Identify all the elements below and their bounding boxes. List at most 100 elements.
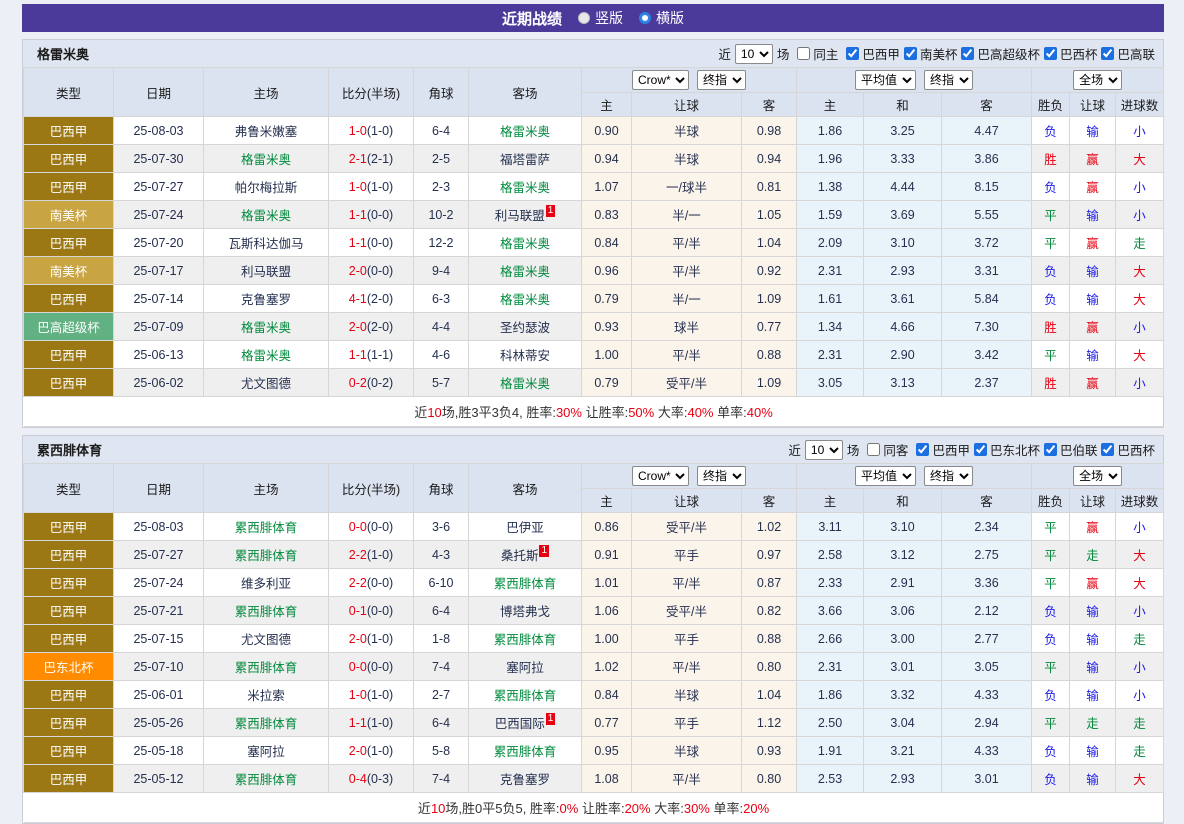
league-checkbox[interactable] [904, 47, 917, 60]
team-name[interactable]: 累西腓体育 [235, 605, 298, 619]
team-name[interactable]: 福塔雷萨 [500, 153, 550, 167]
team-name-title: 格雷米奥 [37, 44, 89, 63]
league-filter[interactable]: 巴高超级杯 [957, 44, 1040, 63]
final-odds-select-asian[interactable]: 终指 [697, 466, 746, 486]
team-name[interactable]: 格雷米奥 [241, 321, 291, 335]
team-name[interactable]: 桑托斯 [501, 549, 539, 563]
handicap-home-odds-cell: 1.06 [582, 597, 632, 625]
team-name[interactable]: 圣约瑟波 [500, 321, 550, 335]
team-name[interactable]: 格雷米奥 [500, 181, 550, 195]
team-name[interactable]: 格雷米奥 [241, 153, 291, 167]
team-name[interactable]: 利马联盟 [241, 265, 291, 279]
team-name[interactable]: 格雷米奥 [241, 349, 291, 363]
team-name[interactable]: 米拉索 [247, 689, 285, 703]
avg-lose-odds-cell: 4.47 [942, 117, 1032, 145]
team-name[interactable]: 塞阿拉 [506, 661, 544, 675]
team-name[interactable]: 累西腓体育 [494, 633, 557, 647]
average-select[interactable]: 平均值 [855, 70, 916, 90]
scope-select[interactable]: 全场 [1073, 70, 1122, 90]
team-name[interactable]: 帕尔梅拉斯 [235, 181, 298, 195]
handicap-home-odds-cell: 1.08 [582, 765, 632, 793]
result-cell: 负 [1032, 173, 1070, 201]
team-name[interactable]: 尤文图德 [241, 377, 291, 391]
team-name[interactable]: 弗鲁米嫩塞 [235, 125, 298, 139]
bookmaker-select[interactable]: Crow* [632, 466, 689, 486]
league-filter[interactable]: 巴西杯 [1040, 44, 1098, 63]
team-name[interactable]: 科林蒂安 [500, 349, 550, 363]
team-name[interactable]: 塞阿拉 [247, 745, 285, 759]
team-name[interactable]: 累西腓体育 [494, 577, 557, 591]
same-venue-filter[interactable]: 同客 [863, 440, 908, 459]
team-name[interactable]: 累西腓体育 [235, 549, 298, 563]
match-row: 巴西甲25-07-30格雷米奥2-1(2-1)2-5福塔雷萨0.94半球0.94… [24, 145, 1164, 173]
league-filter[interactable]: 巴东北杯 [970, 440, 1040, 459]
team-name[interactable]: 巴西国际 [495, 717, 545, 731]
league-checkbox[interactable] [846, 47, 859, 60]
team-name[interactable]: 博塔弗戈 [500, 605, 550, 619]
team-name[interactable]: 格雷米奥 [241, 209, 291, 223]
final-odds-select-euro[interactable]: 终指 [924, 466, 973, 486]
goals-result-cell: 走 [1116, 737, 1164, 765]
result-cell: 胜 [1032, 145, 1070, 173]
team-name[interactable]: 累西腓体育 [235, 773, 298, 787]
sub-result: 胜负 [1032, 93, 1070, 117]
league-checkbox[interactable] [1101, 47, 1114, 60]
team-name[interactable]: 累西腓体育 [494, 689, 557, 703]
vertical-radio[interactable]: 竖版 [578, 8, 623, 28]
team-name[interactable]: 累西腓体育 [235, 661, 298, 675]
final-odds-select-euro[interactable]: 终指 [924, 70, 973, 90]
league-checkbox[interactable] [1101, 443, 1114, 456]
league-filter[interactable]: 巴西杯 [1097, 440, 1155, 459]
horizontal-radio[interactable]: 横版 [639, 8, 684, 28]
average-select[interactable]: 平均值 [855, 466, 916, 486]
goals-result-cell: 小 [1116, 513, 1164, 541]
date-cell: 25-07-27 [114, 173, 204, 201]
avg-draw-odds-cell: 3.01 [864, 653, 942, 681]
same-venue-checkbox[interactable] [797, 47, 810, 60]
league-filter[interactable]: 巴高联 [1097, 44, 1155, 63]
league-checkbox[interactable] [1044, 443, 1057, 456]
league-checkbox[interactable] [974, 443, 987, 456]
result-cell: 平 [1032, 653, 1070, 681]
league-checkbox[interactable] [1044, 47, 1057, 60]
league-checkbox[interactable] [961, 47, 974, 60]
league-filter[interactable]: 巴西甲 [842, 44, 900, 63]
same-venue-checkbox[interactable] [867, 443, 880, 456]
team-name[interactable]: 格雷米奥 [500, 293, 550, 307]
goals-result-cell: 大 [1116, 341, 1164, 369]
radio-unselected-icon [639, 12, 651, 24]
bookmaker-select[interactable]: Crow* [632, 70, 689, 90]
final-odds-select-asian[interactable]: 终指 [697, 70, 746, 90]
league-type-cell: 巴西甲 [24, 569, 114, 597]
same-venue-filter[interactable]: 同主 [793, 44, 838, 63]
team-name[interactable]: 瓦斯科达伽马 [228, 237, 303, 251]
handicap-result-cell: 输 [1070, 765, 1116, 793]
team-name[interactable]: 累西腓体育 [235, 521, 298, 535]
league-filter[interactable]: 南美杯 [900, 44, 958, 63]
league-filter[interactable]: 巴伯联 [1040, 440, 1098, 459]
team-name[interactable]: 巴伊亚 [506, 521, 544, 535]
avg-lose-odds-cell: 2.75 [942, 541, 1032, 569]
team-name[interactable]: 累西腓体育 [235, 717, 298, 731]
handicap-result-cell: 赢 [1070, 513, 1116, 541]
col-corner: 角球 [414, 464, 469, 513]
team-name[interactable]: 格雷米奥 [500, 237, 550, 251]
team-name[interactable]: 利马联盟 [495, 209, 545, 223]
team-name[interactable]: 克鲁塞罗 [500, 773, 550, 787]
near-count-select[interactable]: 10 [735, 44, 773, 64]
team-name[interactable]: 累西腓体育 [494, 745, 557, 759]
team-name[interactable]: 尤文图德 [241, 633, 291, 647]
team-cell: 弗鲁米嫩塞 [204, 117, 329, 145]
team-name[interactable]: 克鲁塞罗 [241, 293, 291, 307]
team-name[interactable]: 格雷米奥 [500, 377, 550, 391]
team-name[interactable]: 维多利亚 [241, 577, 291, 591]
scope-select[interactable]: 全场 [1073, 466, 1122, 486]
league-filter[interactable]: 巴西甲 [912, 440, 970, 459]
team-section-sport-recife: 累西腓体育 近 10 场 同客 巴西甲巴东北杯巴伯联巴西杯 类型 日期 主场 比… [22, 435, 1164, 824]
team-name[interactable]: 格雷米奥 [500, 125, 550, 139]
team-name[interactable]: 格雷米奥 [500, 265, 550, 279]
avg-win-odds-cell: 2.31 [797, 341, 864, 369]
league-checkbox[interactable] [916, 443, 929, 456]
handicap-result-cell: 输 [1070, 625, 1116, 653]
near-count-select[interactable]: 10 [805, 440, 843, 460]
